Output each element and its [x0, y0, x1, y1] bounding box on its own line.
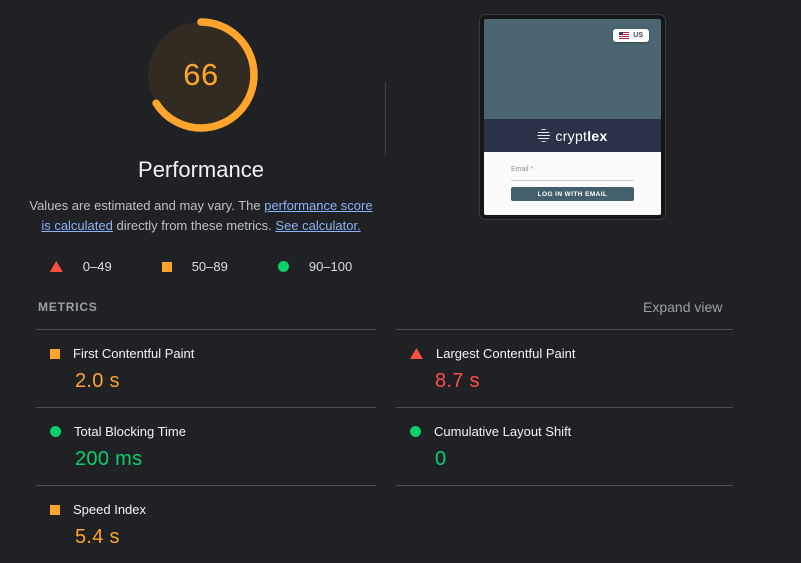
thumbnail-login-form: Email * LOG IN WITH EMAIL	[484, 152, 661, 215]
legend-item-average: 50–89	[161, 259, 228, 274]
legend-item-fail: 0–49	[49, 259, 112, 274]
metric-label: Total Blocking Time	[74, 424, 186, 439]
brand-suffix: lex	[587, 127, 608, 144]
gauge-score-value: 66	[183, 57, 219, 92]
score-legend: 0–49 50–89 90–100	[0, 259, 402, 274]
circle-icon	[410, 426, 421, 437]
expand-view-button[interactable]: Expand view	[643, 299, 722, 315]
metric-label: First Contentful Paint	[73, 346, 195, 361]
thumbnail-hero-area: US	[484, 19, 661, 119]
triangle-icon	[49, 261, 63, 272]
metric-card-empty	[396, 485, 733, 563]
metric-card-total-blocking-time: Total Blocking Time 200 ms	[36, 407, 376, 485]
circle-icon	[277, 261, 289, 272]
metric-label: Cumulative Layout Shift	[434, 424, 572, 439]
disclaimer-segment: directly from these metrics.	[112, 218, 276, 233]
metric-value: 2.0 s	[75, 370, 120, 392]
legend-range-label: 90–100	[308, 259, 353, 274]
metric-value: 200 ms	[75, 448, 143, 470]
disclaimer-text: Values are estimated and may vary. The p…	[25, 196, 377, 236]
metric-card-cumulative-layout-shift: Cumulative Layout Shift 0	[396, 407, 733, 485]
us-flag-icon	[619, 32, 630, 39]
metric-value: 8.7 s	[435, 370, 480, 392]
square-icon	[161, 261, 172, 272]
screenshot-thumbnail: US cryptlex Email * LOG IN WITH EMAIL	[480, 15, 665, 219]
legend-range-label: 50–89	[191, 259, 228, 274]
legend-item-pass: 90–100	[277, 259, 353, 274]
locale-chip-label: US	[633, 32, 643, 39]
metric-value: 5.4 s	[75, 526, 120, 548]
cryptlex-logo-text: cryptlex	[555, 128, 607, 144]
brand-prefix: crypt	[555, 127, 588, 144]
performance-title: Performance	[138, 157, 264, 182]
email-field-underline	[511, 180, 634, 181]
see-calculator-link[interactable]: See calculator.	[275, 218, 360, 233]
locale-chip: US	[613, 29, 649, 42]
column-divider	[385, 82, 386, 155]
performance-gauge[interactable]: 66	[143, 17, 259, 133]
metrics-section-heading: METRICS	[38, 300, 98, 314]
performance-summary: 66 Performance Values are estimated and …	[0, 0, 402, 274]
email-field-label: Email *	[511, 166, 534, 173]
square-icon	[50, 348, 60, 359]
metric-card-first-contentful-paint: First Contentful Paint 2.0 s	[36, 329, 376, 407]
metrics-grid: First Contentful Paint 2.0 s Largest Con…	[36, 329, 733, 563]
cryptlex-logo-icon	[537, 129, 551, 142]
metric-value: 0	[435, 448, 447, 470]
metric-card-largest-contentful-paint: Largest Contentful Paint 8.7 s	[396, 329, 733, 407]
brand-header-band: cryptlex	[484, 119, 661, 152]
metric-label: Speed Index	[73, 502, 147, 517]
login-with-email-button: LOG IN WITH EMAIL	[511, 187, 634, 201]
legend-range-label: 0–49	[82, 259, 112, 274]
screenshot-thumbnail-content: US cryptlex Email * LOG IN WITH EMAIL	[484, 19, 661, 215]
square-icon	[50, 504, 60, 515]
disclaimer-segment: Values are estimated and may vary. The	[29, 198, 265, 213]
triangle-icon	[410, 348, 423, 359]
circle-icon	[50, 426, 61, 437]
metric-card-speed-index: Speed Index 5.4 s	[36, 485, 376, 563]
metric-label: Largest Contentful Paint	[436, 346, 576, 361]
